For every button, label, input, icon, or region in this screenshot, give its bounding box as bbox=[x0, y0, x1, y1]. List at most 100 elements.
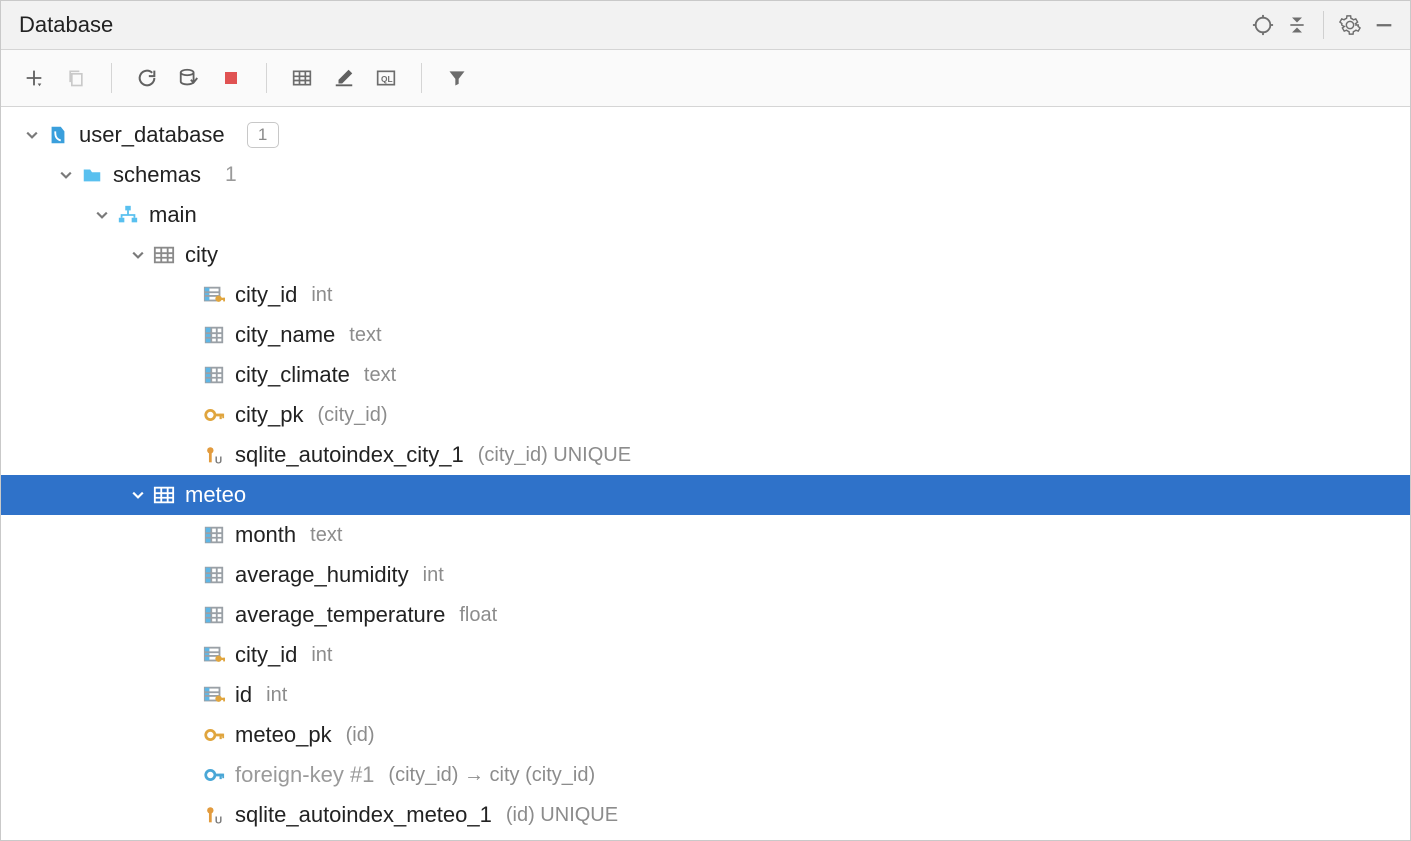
svg-text:U: U bbox=[215, 455, 222, 466]
tool-window-header: Database bbox=[1, 1, 1410, 50]
fk-icon bbox=[201, 764, 227, 786]
datasource-name: user_database bbox=[79, 122, 225, 148]
col-key-icon bbox=[201, 684, 227, 706]
column-node[interactable]: month text bbox=[1, 515, 1410, 555]
separator bbox=[111, 63, 112, 93]
table-node[interactable]: meteo bbox=[1, 475, 1410, 515]
separator bbox=[1323, 11, 1324, 39]
col-key-icon bbox=[201, 284, 227, 306]
table-name: city bbox=[185, 242, 218, 268]
separator bbox=[421, 63, 422, 93]
filter-button[interactable] bbox=[438, 59, 476, 97]
item-name: id bbox=[235, 682, 252, 708]
item-meta: int bbox=[423, 564, 444, 587]
column-node[interactable]: idint bbox=[1, 675, 1410, 715]
duplicate-button bbox=[57, 59, 95, 97]
item-meta: int bbox=[311, 644, 332, 667]
col-key-icon bbox=[201, 644, 227, 666]
item-name: sqlite_autoindex_meteo_1 bbox=[235, 802, 492, 828]
col-icon bbox=[201, 524, 227, 546]
header-actions bbox=[1249, 11, 1398, 39]
schema-node[interactable]: main bbox=[1, 195, 1410, 235]
tool-window-title: Database bbox=[13, 12, 113, 38]
item-name: average_humidity bbox=[235, 562, 409, 588]
target-icon[interactable] bbox=[1249, 11, 1277, 39]
col-icon bbox=[201, 364, 227, 386]
key-icon bbox=[201, 404, 227, 426]
chevron-down-icon[interactable] bbox=[23, 129, 41, 141]
column-node[interactable]: city_pk (city_id) bbox=[1, 395, 1410, 435]
index-icon: U bbox=[201, 444, 227, 466]
chevron-down-icon[interactable] bbox=[57, 169, 75, 181]
database-tool-window: Database bbox=[0, 0, 1411, 841]
item-meta: int bbox=[311, 284, 332, 307]
separator bbox=[266, 63, 267, 93]
col-icon bbox=[201, 324, 227, 346]
table-view-button[interactable] bbox=[283, 59, 321, 97]
column-node[interactable]: Usqlite_autoindex_meteo_1 (id) UNIQUE bbox=[1, 795, 1410, 835]
datasource-badge: 1 bbox=[247, 122, 279, 148]
table-icon bbox=[151, 484, 177, 506]
gear-icon[interactable] bbox=[1336, 11, 1364, 39]
column-node[interactable]: city_climate text bbox=[1, 355, 1410, 395]
item-meta: int bbox=[266, 684, 287, 707]
item-name: city_pk bbox=[235, 402, 303, 428]
item-meta: text bbox=[364, 364, 396, 387]
item-name: foreign-key #1 bbox=[235, 762, 374, 788]
schema-name: main bbox=[149, 202, 197, 228]
svg-text:U: U bbox=[215, 815, 222, 826]
item-name: meteo_pk bbox=[235, 722, 332, 748]
item-meta: (id) bbox=[346, 724, 375, 747]
item-name: sqlite_autoindex_city_1 bbox=[235, 442, 464, 468]
add-button[interactable] bbox=[15, 59, 53, 97]
col-icon bbox=[201, 564, 227, 586]
column-node[interactable]: Usqlite_autoindex_city_1 (city_id) UNIQUE bbox=[1, 435, 1410, 475]
item-meta: (city_id) bbox=[317, 404, 387, 427]
item-meta: (city_id) → city (city_id) bbox=[388, 764, 595, 787]
col-icon bbox=[201, 604, 227, 626]
refresh-button[interactable] bbox=[128, 59, 166, 97]
stop-button[interactable] bbox=[212, 59, 250, 97]
item-name: city_climate bbox=[235, 362, 350, 388]
schemas-label: schemas bbox=[113, 162, 201, 188]
schema-icon bbox=[115, 204, 141, 226]
minimize-icon[interactable] bbox=[1370, 11, 1398, 39]
datasource-node[interactable]: user_database 1 bbox=[1, 115, 1410, 155]
datasource-icon bbox=[45, 124, 71, 146]
column-node[interactable]: average_humidity int bbox=[1, 555, 1410, 595]
table-name: meteo bbox=[185, 482, 246, 508]
item-name: month bbox=[235, 522, 296, 548]
item-name: city_name bbox=[235, 322, 335, 348]
table-icon bbox=[151, 244, 177, 266]
svg-text:QL: QL bbox=[381, 74, 393, 84]
item-name: city_id bbox=[235, 282, 297, 308]
chevron-down-icon[interactable] bbox=[93, 209, 111, 221]
query-console-button[interactable]: QL bbox=[367, 59, 405, 97]
edit-button[interactable] bbox=[325, 59, 363, 97]
schemas-count: 1 bbox=[225, 163, 237, 187]
schemas-node[interactable]: schemas 1 bbox=[1, 155, 1410, 195]
column-node[interactable]: city_id int bbox=[1, 275, 1410, 315]
item-meta: (city_id) UNIQUE bbox=[478, 444, 631, 467]
item-meta: text bbox=[349, 324, 381, 347]
item-name: city_id bbox=[235, 642, 297, 668]
item-meta: text bbox=[310, 524, 342, 547]
key-icon bbox=[201, 724, 227, 746]
database-tree[interactable]: user_database1schemas1maincitycity_idint… bbox=[1, 107, 1410, 840]
item-meta: float bbox=[459, 604, 497, 627]
column-node[interactable]: city_id int bbox=[1, 635, 1410, 675]
index-icon: U bbox=[201, 804, 227, 826]
chevron-down-icon[interactable] bbox=[129, 489, 147, 501]
collapse-all-icon[interactable] bbox=[1283, 11, 1311, 39]
column-node[interactable]: average_temperature float bbox=[1, 595, 1410, 635]
item-name: average_temperature bbox=[235, 602, 445, 628]
toolbar: QL bbox=[1, 50, 1410, 107]
table-node[interactable]: city bbox=[1, 235, 1410, 275]
folder-icon bbox=[79, 164, 105, 186]
item-meta: (id) UNIQUE bbox=[506, 804, 618, 827]
datasource-properties-button[interactable] bbox=[170, 59, 208, 97]
chevron-down-icon[interactable] bbox=[129, 249, 147, 261]
column-node[interactable]: meteo_pk (id) bbox=[1, 715, 1410, 755]
column-node[interactable]: foreign-key #1 (city_id) → city (city_id) bbox=[1, 755, 1410, 795]
column-node[interactable]: city_name text bbox=[1, 315, 1410, 355]
